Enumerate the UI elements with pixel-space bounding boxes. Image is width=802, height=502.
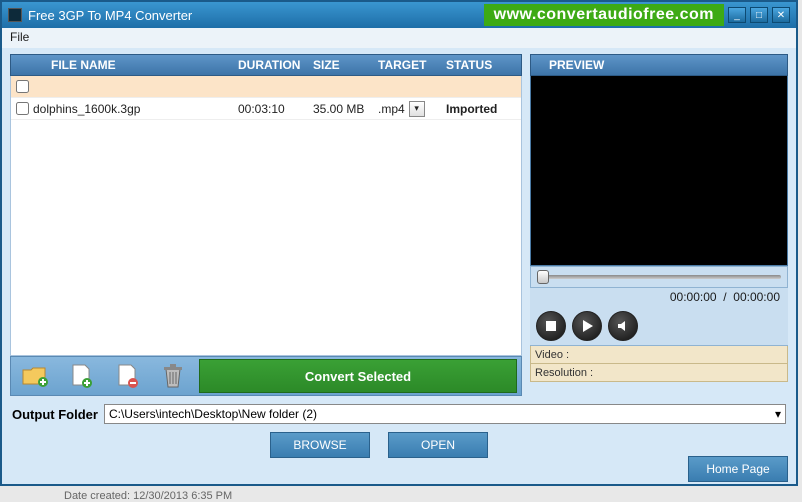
menu-bar: File [2, 28, 796, 48]
maximize-button[interactable]: □ [750, 7, 768, 23]
date-created-label: Date created: 12/30/2013 6:35 PM [0, 486, 802, 502]
minimize-button[interactable]: _ [728, 7, 746, 23]
play-icon [581, 320, 593, 332]
output-folder-label: Output Folder [12, 407, 98, 422]
site-url-banner: www.convertaudiofree.com [484, 4, 724, 26]
video-info-label: Video : [530, 346, 788, 364]
file-plus-icon [69, 363, 93, 389]
cell-size: 35.00 MB [313, 102, 378, 116]
home-page-button[interactable]: Home Page [688, 456, 788, 482]
time-display: 00:00:00 / 00:00:00 [530, 288, 788, 306]
preview-header: PREVIEW [530, 54, 788, 76]
output-folder-path: C:\Users\intech\Desktop\New folder (2) [109, 407, 317, 421]
speaker-icon [617, 320, 629, 332]
delete-button[interactable] [153, 359, 193, 393]
file-minus-icon [115, 363, 139, 389]
time-current: 00:00:00 [670, 290, 717, 304]
app-window: Free 3GP To MP4 Converter www.convertaud… [0, 0, 798, 486]
col-filename: FILE NAME [33, 58, 238, 72]
col-duration: DURATION [238, 58, 313, 72]
remove-file-button[interactable] [107, 359, 147, 393]
add-folder-button[interactable] [15, 359, 55, 393]
play-button[interactable] [572, 311, 602, 341]
file-list-header: FILE NAME DURATION SIZE TARGET STATUS [10, 54, 522, 76]
slider-thumb[interactable] [537, 270, 549, 284]
trash-icon [162, 363, 184, 389]
cell-filename: dolphins_1600k.3gp [33, 102, 238, 116]
resolution-info-label: Resolution : [530, 364, 788, 382]
cell-duration: 00:03:10 [238, 102, 313, 116]
col-target: TARGET [378, 58, 446, 72]
chevron-down-icon: ▾ [775, 407, 781, 421]
target-dropdown-button[interactable]: ▾ [409, 101, 425, 117]
select-all-checkbox[interactable] [16, 80, 29, 93]
row-checkbox[interactable] [16, 102, 29, 115]
col-size: SIZE [313, 58, 378, 72]
seek-slider[interactable] [530, 266, 788, 288]
cell-status: Imported [446, 102, 521, 116]
stop-icon [546, 321, 556, 331]
stop-button[interactable] [536, 311, 566, 341]
window-title: Free 3GP To MP4 Converter [28, 8, 192, 23]
folder-plus-icon [21, 364, 49, 388]
close-button[interactable]: ✕ [772, 7, 790, 23]
time-total: 00:00:00 [733, 290, 780, 304]
open-button[interactable]: OPEN [388, 432, 488, 458]
select-all-row [11, 76, 521, 98]
toolbar: Convert Selected [10, 356, 522, 396]
col-status: STATUS [446, 58, 521, 72]
mute-button[interactable] [608, 311, 638, 341]
table-row[interactable]: dolphins_1600k.3gp 00:03:10 35.00 MB .mp… [11, 98, 521, 120]
output-folder-field[interactable]: C:\Users\intech\Desktop\New folder (2) ▾ [104, 404, 786, 424]
file-list: dolphins_1600k.3gp 00:03:10 35.00 MB .mp… [10, 76, 522, 356]
menu-file[interactable]: File [10, 30, 29, 44]
title-bar: Free 3GP To MP4 Converter www.convertaud… [2, 2, 796, 28]
add-file-button[interactable] [61, 359, 101, 393]
playback-controls [530, 306, 788, 346]
cell-target: .mp4 [378, 102, 405, 116]
preview-video-area [530, 76, 788, 266]
convert-selected-button[interactable]: Convert Selected [199, 359, 517, 393]
app-icon [8, 8, 22, 22]
browse-button[interactable]: BROWSE [270, 432, 370, 458]
